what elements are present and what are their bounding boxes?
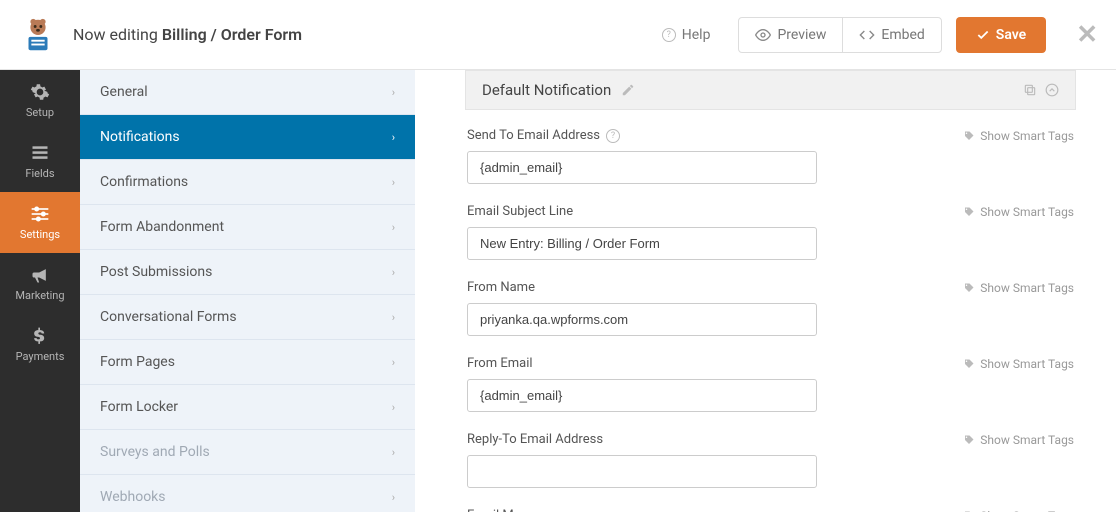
field-email-subject: Email Subject Line Show Smart Tags: [465, 204, 1076, 260]
smart-tags-link[interactable]: Show Smart Tags: [963, 281, 1074, 295]
list-icon: [30, 143, 50, 163]
chevron-right-icon: ›: [392, 266, 395, 279]
from-email-input[interactable]: [467, 379, 817, 412]
smart-tags-link[interactable]: Show Smart Tags: [963, 509, 1074, 512]
field-send-to-email: Send To Email Address? Show Smart Tags: [465, 128, 1076, 184]
field-reply-to: Reply-To Email Address Show Smart Tags: [465, 432, 1076, 488]
sub-general[interactable]: General›: [80, 70, 415, 115]
sub-surveys-polls[interactable]: Surveys and Polls›: [80, 430, 415, 475]
field-from-email: From Email Show Smart Tags: [465, 356, 1076, 412]
reply-to-input[interactable]: [467, 455, 817, 488]
left-nav: Setup Fields Settings Marketing Payments: [0, 70, 80, 512]
chevron-right-icon: ›: [392, 491, 395, 504]
field-email-message: Email Message Show Smart Tags: [465, 508, 1076, 512]
chevron-right-icon: ›: [392, 401, 395, 414]
title-form-name: Billing / Order Form: [162, 25, 302, 44]
chevron-right-icon: ›: [392, 131, 395, 144]
send-to-email-input[interactable]: [467, 151, 817, 184]
tag-icon: [963, 282, 975, 294]
nav-setup[interactable]: Setup: [0, 70, 80, 131]
email-subject-input[interactable]: [467, 227, 817, 260]
smart-tags-link[interactable]: Show Smart Tags: [963, 205, 1074, 219]
chevron-right-icon: ›: [392, 86, 395, 99]
smart-tags-link[interactable]: Show Smart Tags: [963, 129, 1074, 143]
panel-body: Send To Email Address? Show Smart Tags E…: [465, 110, 1076, 512]
collapse-icon[interactable]: [1045, 83, 1059, 97]
sub-form-pages[interactable]: Form Pages›: [80, 340, 415, 385]
content-panel: Default Notification Send To Email Addre…: [465, 70, 1076, 512]
eye-icon: [755, 27, 771, 43]
tag-icon: [963, 358, 975, 370]
sub-webhooks[interactable]: Webhooks›: [80, 475, 415, 512]
sub-conversational-forms[interactable]: Conversational Forms›: [80, 295, 415, 340]
dollar-icon: [30, 326, 50, 346]
sub-confirmations[interactable]: Confirmations›: [80, 160, 415, 205]
duplicate-icon[interactable]: [1023, 83, 1037, 97]
panel-title: Default Notification: [482, 81, 611, 99]
chevron-right-icon: ›: [392, 356, 395, 369]
preview-button[interactable]: Preview: [739, 18, 843, 52]
sub-post-submissions[interactable]: Post Submissions›: [80, 250, 415, 295]
tag-icon: [963, 206, 975, 218]
sliders-icon: [30, 204, 50, 224]
nav-marketing[interactable]: Marketing: [0, 253, 80, 314]
smart-tags-link[interactable]: Show Smart Tags: [963, 433, 1074, 447]
save-button[interactable]: Save: [956, 17, 1046, 53]
help-link[interactable]: ? Help: [648, 19, 725, 51]
nav-payments[interactable]: Payments: [0, 314, 80, 375]
smart-tags-link[interactable]: Show Smart Tags: [963, 357, 1074, 371]
help-icon: ?: [662, 28, 676, 42]
tag-icon: [963, 434, 975, 446]
help-icon[interactable]: ?: [606, 129, 620, 143]
sub-notifications[interactable]: Notifications›: [80, 115, 415, 160]
chevron-right-icon: ›: [392, 446, 395, 459]
page-title: Now editing Billing / Order Form: [73, 25, 302, 44]
close-button[interactable]: ✕: [1076, 20, 1098, 50]
wpforms-logo: [18, 15, 58, 55]
check-icon: [976, 28, 990, 42]
from-name-input[interactable]: [467, 303, 817, 336]
field-from-name: From Name Show Smart Tags: [465, 280, 1076, 336]
app-header: Now editing Billing / Order Form ? Help …: [0, 0, 1116, 70]
title-prefix: Now editing: [73, 25, 158, 44]
sub-form-abandonment[interactable]: Form Abandonment›: [80, 205, 415, 250]
chevron-right-icon: ›: [392, 176, 395, 189]
pencil-icon[interactable]: [621, 83, 635, 97]
chevron-right-icon: ›: [392, 311, 395, 324]
tag-icon: [963, 130, 975, 142]
sub-form-locker[interactable]: Form Locker›: [80, 385, 415, 430]
code-icon: [859, 27, 875, 43]
gear-icon: [30, 82, 50, 102]
chevron-right-icon: ›: [392, 221, 395, 234]
embed-button[interactable]: Embed: [843, 18, 940, 52]
nav-settings[interactable]: Settings: [0, 192, 80, 253]
settings-submenu: General› Notifications› Confirmations› F…: [80, 70, 415, 512]
nav-fields[interactable]: Fields: [0, 131, 80, 192]
notification-panel-header: Default Notification: [465, 70, 1076, 110]
bullhorn-icon: [30, 265, 50, 285]
